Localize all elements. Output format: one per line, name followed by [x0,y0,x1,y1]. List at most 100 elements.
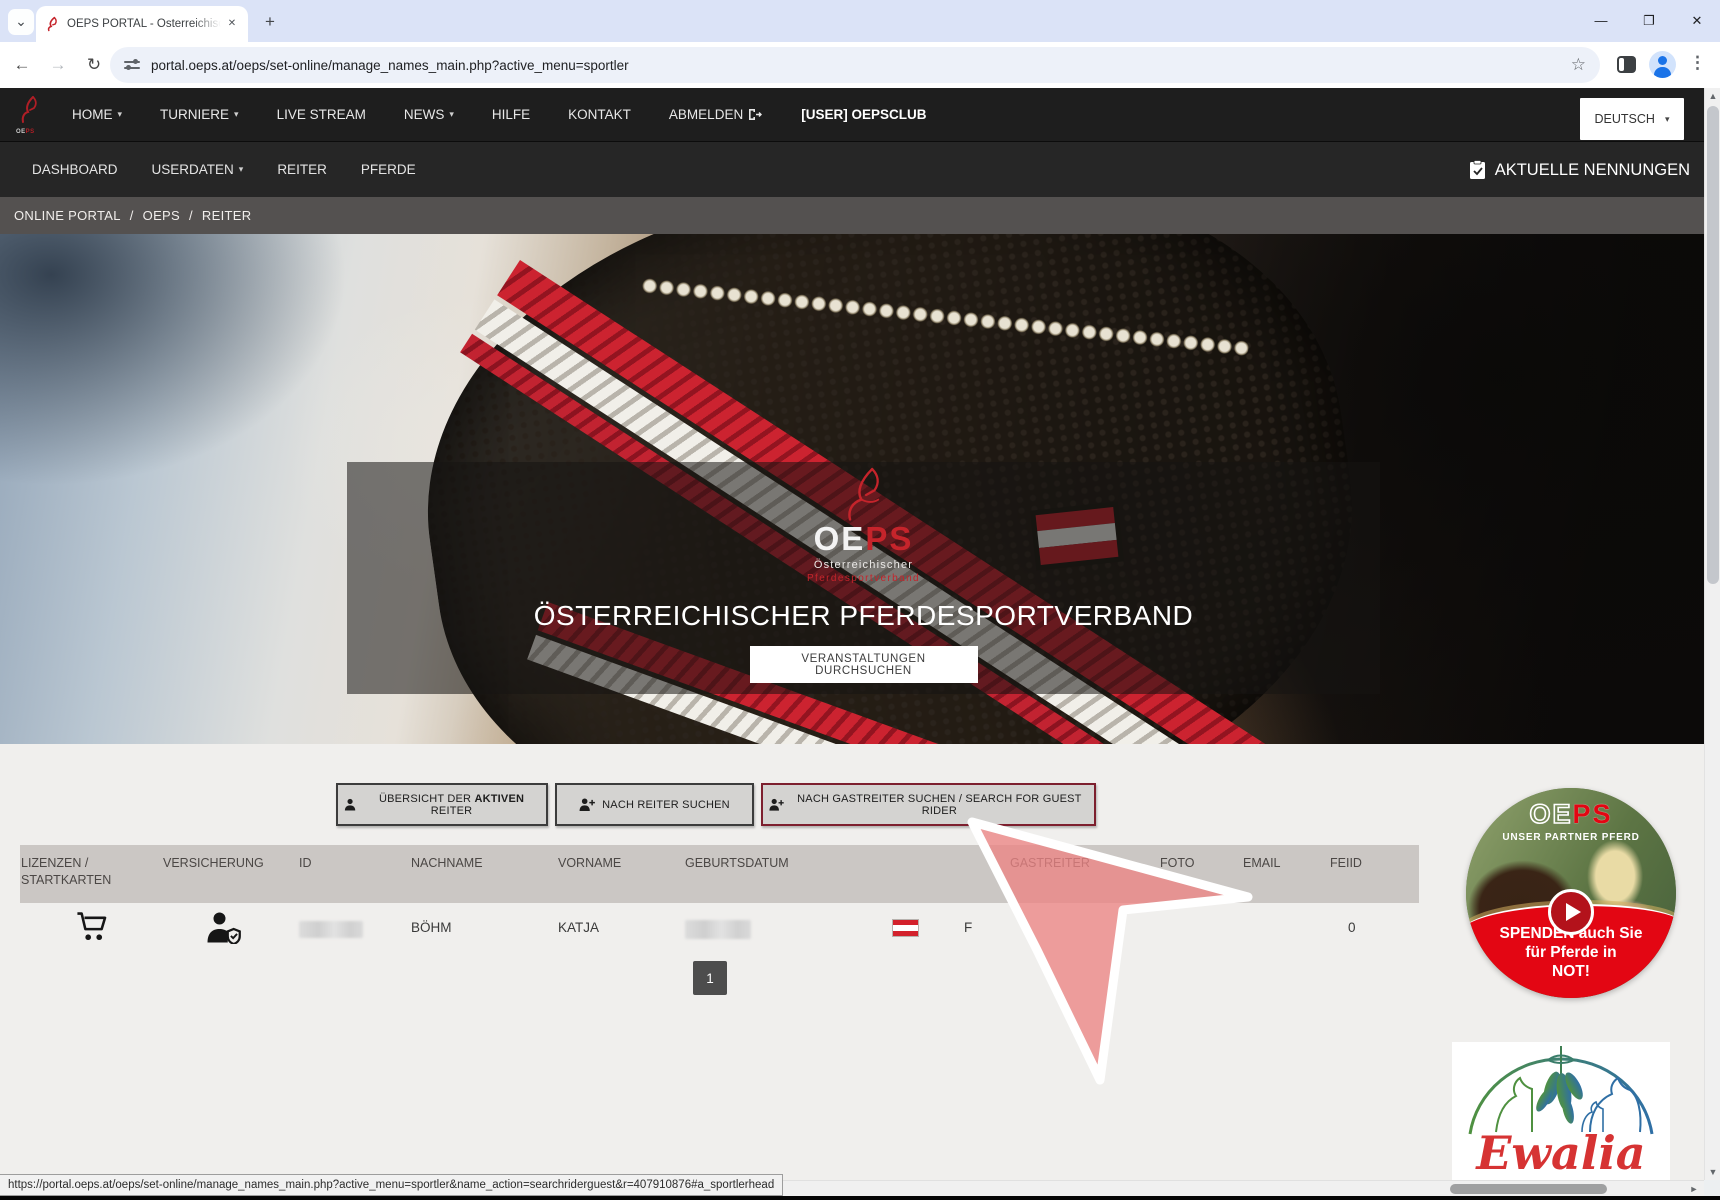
tab-close-icon[interactable]: ✕ [224,16,240,32]
clipboard-check-icon [1469,160,1486,180]
veranstaltungen-durchsuchen-button[interactable]: VERANSTALTUNGEN DURCHSUCHEN [750,646,978,683]
person-icon [344,798,356,811]
scroll-right-icon[interactable]: ► [1686,1184,1702,1194]
back-icon[interactable]: ← [8,55,36,75]
minimize-icon[interactable]: — [1586,6,1616,36]
url-input[interactable]: portal.oeps.at/oeps/set-online/manage_na… [110,47,1600,83]
subnav-dashboard[interactable]: DASHBOARD [32,162,118,177]
breadcrumb-oeps[interactable]: OEPS [143,208,180,223]
hero-banner: OEPS Österreichischer Pferdesportverband… [0,234,1704,744]
subnav-reiter[interactable]: REITER [277,162,327,177]
cell-nachname: BÖHM [411,920,452,935]
hero-overlay: OEPS Österreichischer Pferdesportverband… [347,462,1380,694]
nach-reiter-suchen-button[interactable]: NACH REITER SUCHEN [555,783,754,826]
window-bottom-edge [0,1196,1720,1200]
page-title: ÖSTERREICHISCHER PFERDESPORTVERBAND [534,600,1194,632]
status-bar: https://portal.oeps.at/oeps/set-online/m… [0,1174,783,1196]
vertical-scrollbar[interactable]: ▲ ▼ [1704,88,1720,1180]
browser-titlebar: ⌄ OEPS PORTAL - Österreichischer ✕ + — ❐… [0,0,1720,42]
chevron-down-icon: ▾ [234,109,239,120]
language-select[interactable]: DEUTSCH ▾ [1580,98,1684,140]
reload-icon[interactable]: ↻ [80,55,108,75]
nav-livestream[interactable]: LIVE STREAM [277,107,366,122]
col-email: EMAIL [1243,855,1281,872]
oeps-wordmark: OEPS [814,522,914,555]
site-settings-icon[interactable] [124,59,140,71]
oeps-logo[interactable]: OEPS [16,95,46,135]
person-plus-icon [769,798,784,811]
breadcrumb: ONLINE PORTAL / OEPS / REITER [0,197,1704,234]
cell-vorname: KATJA [558,920,599,935]
main-navbar: OEPS HOME▾ TURNIERE▾ LIVE STREAM NEWS▾ H… [0,88,1704,141]
col-vorname: VORNAME [558,855,621,872]
nav-hilfe[interactable]: HILFE [492,107,530,122]
logout-icon [748,108,763,121]
scroll-up-icon[interactable]: ▲ [1705,91,1720,101]
person-plus-icon [579,798,595,811]
ewalia-sponsor-logo[interactable]: Ewalia [1452,1042,1670,1182]
subnav-userdaten[interactable]: USERDATEN▾ [152,162,244,177]
browser-toolbar: ← → ↻ portal.oeps.at/oeps/set-online/man… [0,42,1720,88]
nav-abmelden[interactable]: ABMELDEN [669,107,763,122]
nav-home[interactable]: HOME▾ [72,107,122,122]
col-id: ID [299,855,312,872]
logo-subtitle-2: Pferdesportverband [807,574,920,584]
breadcrumb-separator: / [130,208,134,223]
sub-menu: DASHBOARD USERDATEN▾ REITER PFERDE [32,162,416,177]
col-versicherung: VERSICHERUNG [163,855,264,872]
col-gastreiter: GASTREITER [1010,855,1090,872]
nav-turniere[interactable]: TURNIERE▾ [160,107,239,122]
col-nachname: NACHNAME [411,855,483,872]
logo-subtitle-1: Österreichischer [814,560,913,571]
side-panel-icon[interactable] [1617,56,1636,73]
close-icon[interactable]: ✕ [1682,6,1712,36]
aktuelle-nennungen-link[interactable]: AKTUELLE NENNUNGEN [1469,142,1690,198]
pagination-page-1[interactable]: 1 [693,961,727,995]
insurance-person-shield-icon[interactable] [206,911,242,944]
oeps-horse-icon [832,466,894,524]
ewalia-wordmark: Ewalia [1452,1130,1670,1176]
browser-tab[interactable]: OEPS PORTAL - Österreichischer ✕ [36,6,248,42]
ewalia-animals-art [1452,1042,1670,1137]
uebersicht-aktive-reiter-button[interactable]: ÜBERSICHT DER AKTIVEN REITER [336,783,548,826]
breadcrumb-separator: / [189,208,193,223]
riders-table-header: LIZENZEN / STARTKARTEN VERSICHERUNG ID N… [20,845,1419,903]
chevron-down-icon: ▾ [239,164,244,175]
col-feiid: FEIID [1330,855,1362,872]
status-url: https://portal.oeps.at/oeps/set-online/m… [8,1179,774,1191]
nach-gastreiter-suchen-button[interactable]: NACH GASTREITER SUCHEN / SEARCH FOR GUES… [761,783,1096,826]
birthdate-redacted [685,920,751,939]
bookmark-star-icon[interactable]: ☆ [1571,55,1586,75]
scroll-down-icon[interactable]: ▼ [1705,1167,1720,1177]
url-text[interactable]: portal.oeps.at/oeps/set-online/manage_na… [151,58,1563,73]
col-foto: FOTO [1160,855,1195,872]
play-button-icon[interactable] [1548,889,1594,935]
subnav-pferde[interactable]: PFERDE [361,162,416,177]
tab-search-icon[interactable]: ⌄ [8,9,34,35]
nav-kontakt[interactable]: KONTAKT [568,107,631,122]
oeps-horse-icon [16,95,42,125]
sub-navbar: DASHBOARD USERDATEN▾ REITER PFERDE AKTUE… [0,141,1704,197]
chevron-down-icon: ▾ [449,109,454,120]
table-row: BÖHM KATJA F 0 [20,903,1419,959]
cell-gastreiter: F [964,920,972,935]
breadcrumb-online-portal[interactable]: ONLINE PORTAL [14,208,121,223]
horizontal-scroll-thumb[interactable] [1450,1184,1607,1194]
new-tab-icon[interactable]: + [258,10,282,34]
nav-user-oepsclub[interactable]: [USER] OEPSCLUB [801,107,926,122]
main-menu: HOME▾ TURNIERE▾ LIVE STREAM NEWS▾ HILFE … [72,107,926,122]
tab-title: OEPS PORTAL - Österreichischer [67,18,224,30]
col-geburtsdatum: GEBURTSDATUM [685,855,789,872]
window-controls: — ❐ ✕ [1586,0,1712,42]
nav-news[interactable]: NEWS▾ [404,107,454,122]
browser-menu-icon[interactable]: ⋮ [1689,53,1706,73]
cart-icon[interactable] [76,911,110,943]
oeps-partner-banner[interactable]: OEPS UNSER PARTNER PFERD SPENDEN auch Si… [1466,788,1676,998]
restore-icon[interactable]: ❐ [1634,6,1664,36]
cell-feiid: 0 [1348,920,1356,935]
profile-avatar[interactable] [1649,51,1676,78]
chevron-down-icon: ▾ [118,109,123,120]
forward-icon: → [44,55,72,75]
vertical-scroll-thumb[interactable] [1707,106,1719,584]
austria-flag-icon [892,919,919,937]
